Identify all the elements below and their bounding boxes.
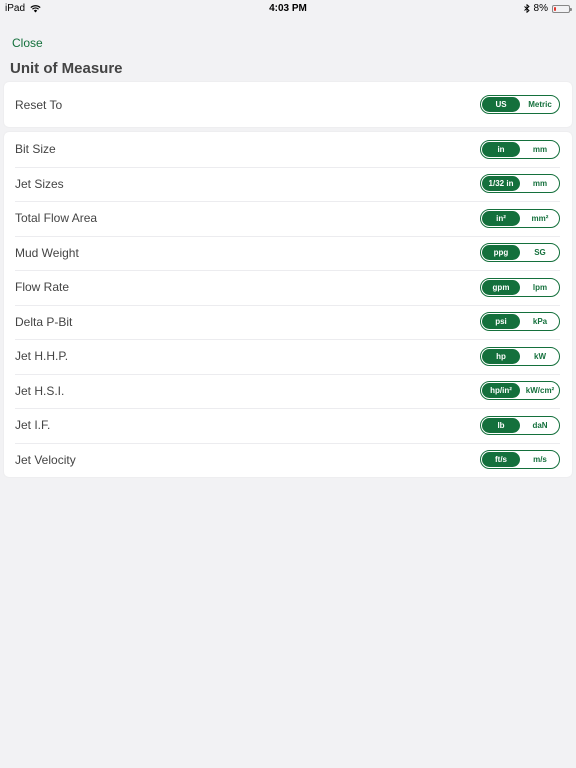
unit-option[interactable]: in² [482, 210, 520, 226]
reset-row: Reset To US Metric [4, 82, 572, 127]
unit-row-jet-sizes: Jet Sizes 1/32 in mm [4, 166, 572, 202]
battery-level [554, 6, 556, 11]
jet-sizes-segmented-control[interactable]: 1/32 in mm [480, 174, 560, 194]
unit-label: Jet Velocity [15, 452, 76, 467]
battery-icon [552, 4, 572, 13]
status-time: 4:03 PM [269, 3, 307, 14]
unit-option[interactable]: m/s [521, 451, 559, 468]
unit-option[interactable]: lb [482, 417, 520, 433]
bit-size-segmented-control[interactable]: in mm [480, 139, 560, 159]
bluetooth-icon [523, 4, 530, 13]
mud-weight-segmented-control[interactable]: ppg SG [480, 243, 560, 263]
unit-option[interactable]: mm² [521, 210, 559, 227]
unit-row-mud-weight: Mud Weight ppg SG [4, 235, 572, 271]
status-bar: iPad 4:03 PM 8% [0, 0, 576, 16]
unit-row-bit-size: Bit Size in mm [4, 132, 572, 167]
unit-row-jet-if: Jet I.F. lb daN [4, 408, 572, 443]
unit-option[interactable]: kPa [521, 313, 559, 330]
unit-label: Jet Sizes [15, 176, 64, 191]
jet-if-segmented-control[interactable]: lb daN [480, 415, 560, 435]
page-title: Unit of Measure [10, 60, 123, 77]
jet-hhp-segmented-control[interactable]: hp kW [480, 346, 560, 366]
reset-segmented-control[interactable]: US Metric [480, 95, 560, 114]
unit-option[interactable]: gpm [482, 279, 520, 295]
unit-option[interactable]: SG [521, 244, 559, 261]
unit-label: Total Flow Area [15, 211, 98, 226]
unit-label: Jet H.H.P. [15, 349, 69, 364]
unit-row-jet-hhp: Jet H.H.P. hp kW [4, 339, 572, 374]
unit-option[interactable]: mm [521, 141, 559, 158]
reset-label: Reset To [15, 97, 63, 112]
delta-p-bit-segmented-control[interactable]: psi kPa [480, 312, 560, 332]
units-card: Bit Size in mm Jet Sizes 1/32 in mm Tota… [4, 132, 572, 477]
unit-row-total-flow-area: Total Flow Area in² mm² [4, 201, 572, 236]
total-flow-area-segmented-control[interactable]: in² mm² [480, 208, 560, 228]
unit-row-flow-rate: Flow Rate gpm lpm [4, 270, 572, 305]
unit-option[interactable]: hp/in² [482, 383, 520, 399]
unit-option[interactable]: kW [521, 348, 559, 365]
unit-row-delta-p-bit: Delta P-Bit psi kPa [4, 304, 572, 340]
jet-velocity-segmented-control[interactable]: ft/s m/s [480, 450, 560, 470]
unit-option[interactable]: daN [521, 417, 559, 434]
unit-label: Mud Weight [15, 245, 79, 260]
unit-label: Jet H.S.I. [15, 383, 65, 398]
unit-option[interactable]: ft/s [482, 452, 520, 468]
unit-label: Flow Rate [15, 280, 70, 295]
unit-label: Jet I.F. [15, 418, 51, 433]
unit-row-jet-hsi: Jet H.S.I. hp/in² kW/cm² [4, 373, 572, 409]
unit-option[interactable]: in [482, 141, 520, 157]
reset-option-us[interactable]: US [482, 97, 520, 112]
reset-option-metric[interactable]: Metric [521, 96, 559, 113]
battery-percent: 8% [533, 3, 548, 14]
flow-rate-segmented-control[interactable]: gpm lpm [480, 277, 560, 297]
unit-option[interactable]: kW/cm² [521, 382, 559, 399]
reset-card: Reset To US Metric [4, 82, 572, 127]
unit-option[interactable]: 1/32 in [482, 176, 520, 192]
status-right: 8% [523, 3, 572, 14]
unit-option[interactable]: mm [521, 175, 559, 192]
unit-label: Bit Size [15, 142, 56, 157]
unit-option[interactable]: ppg [482, 245, 520, 261]
jet-hsi-segmented-control[interactable]: hp/in² kW/cm² [480, 381, 560, 401]
close-button[interactable]: Close [12, 36, 43, 50]
unit-option[interactable]: hp [482, 348, 520, 364]
unit-row-jet-velocity: Jet Velocity ft/s m/s [4, 442, 572, 478]
unit-option[interactable]: lpm [521, 279, 559, 296]
unit-option[interactable]: psi [482, 314, 520, 330]
unit-label: Delta P-Bit [15, 314, 73, 329]
